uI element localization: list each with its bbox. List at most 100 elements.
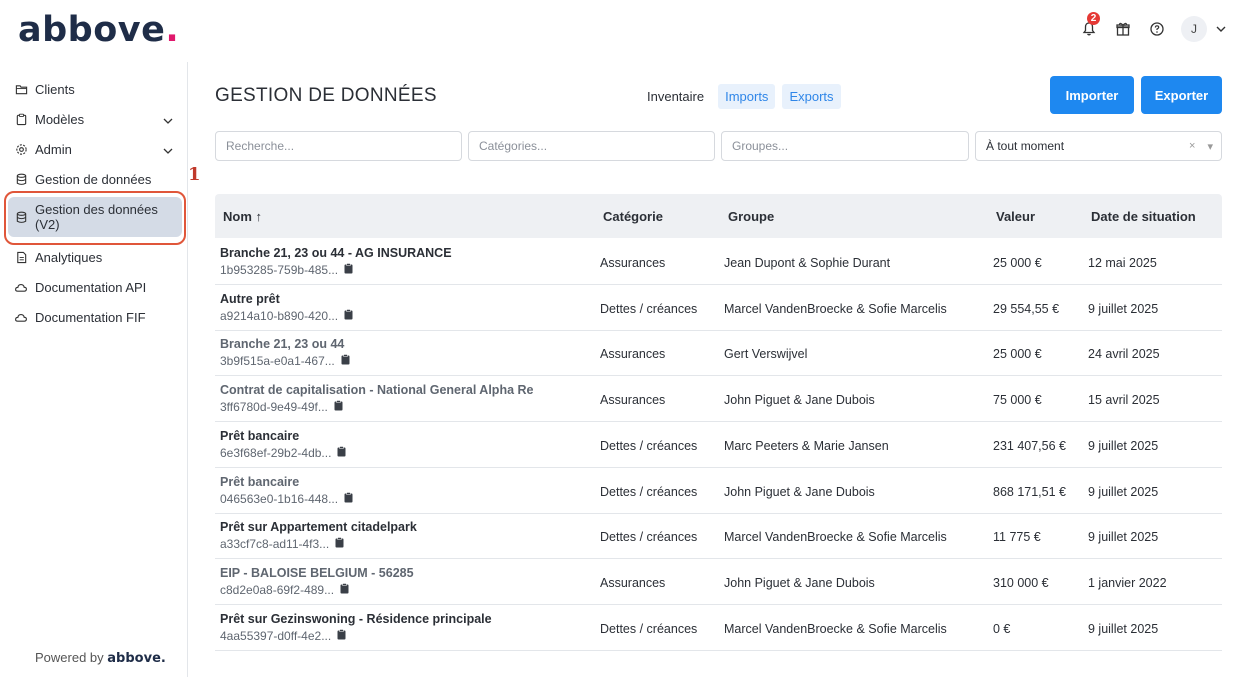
copy-icon[interactable] xyxy=(337,628,346,643)
sidebar-item-admin[interactable]: Admin xyxy=(14,142,180,157)
import-button[interactable]: Importer xyxy=(1050,76,1134,114)
row-date: 9 juillet 2025 xyxy=(1088,301,1159,316)
powered-by: Powered by abbove. xyxy=(35,650,166,666)
groups-filter[interactable]: Groupes... xyxy=(721,131,969,161)
user-menu[interactable]: J xyxy=(1181,16,1227,42)
help-icon[interactable] xyxy=(1147,19,1167,39)
search-input[interactable]: Recherche... xyxy=(215,131,462,161)
row-name[interactable]: Contrat de capitalisation - National Gen… xyxy=(220,383,533,397)
page-title: GESTION DE DONNÉES xyxy=(215,85,437,106)
sidebar-item-label: Documentation FIF xyxy=(35,310,146,325)
sidebar-item-documentation-fif[interactable]: Documentation FIF xyxy=(14,310,180,325)
row-value: 11 775 € xyxy=(993,530,1041,545)
table-row[interactable]: Prêt sur Appartement citadelpark a33cf7c8… xyxy=(215,513,1222,560)
caret-down-icon[interactable]: ▾ xyxy=(1207,140,1213,153)
table-row[interactable]: Prêt sur Gezinswoning - Résidence princi… xyxy=(215,605,1222,651)
row-name[interactable]: EIP - BALOISE BELGIUM - 56285 xyxy=(220,566,414,580)
row-name[interactable]: Prêt bancaire xyxy=(220,475,299,489)
table-row[interactable]: Autre prêt a9214a10-b890-420... Dettes / c… xyxy=(215,285,1222,331)
period-select[interactable]: À tout moment × ▾ xyxy=(975,131,1222,161)
column-header-categorie[interactable]: Catégorie xyxy=(603,209,663,224)
copy-icon[interactable] xyxy=(335,537,344,551)
row-value: 25 000 € xyxy=(993,347,1042,362)
row-date: 15 avril 2025 xyxy=(1088,393,1160,408)
row-date: 24 avril 2025 xyxy=(1088,347,1160,362)
row-id: 046563e0-1b16-448... xyxy=(220,492,353,506)
row-group: John Piguet & Jane Dubois xyxy=(724,484,875,499)
row-value: 75 000 € xyxy=(993,393,1042,408)
annotation-highlight xyxy=(4,191,186,245)
row-name[interactable]: Prêt bancaire xyxy=(220,429,299,443)
row-id: 4aa55397-d0ff-4e2... xyxy=(220,629,346,643)
clear-icon[interactable]: × xyxy=(1189,140,1195,153)
row-date: 9 juillet 2025 xyxy=(1088,438,1159,453)
copy-icon[interactable] xyxy=(344,308,353,323)
row-name[interactable]: Branche 21, 23 ou 44 - AG INSURANCE xyxy=(220,246,452,260)
row-category: Dettes / créances xyxy=(600,621,698,636)
sidebar-item-clients[interactable]: Clients xyxy=(14,82,180,97)
table-row[interactable]: Prêt bancaire 6e3f68ef-29b2-4db... Dettes … xyxy=(215,422,1222,468)
tab-exports[interactable]: Exports xyxy=(782,84,841,109)
row-group: John Piguet & Jane Dubois xyxy=(724,575,875,590)
row-value: 0 € xyxy=(993,621,1011,636)
sidebar-item-analytiques[interactable]: Analytiques xyxy=(14,250,180,265)
copy-icon[interactable] xyxy=(341,354,350,368)
clipboard-icon xyxy=(14,113,28,127)
row-date: 1 janvier 2022 xyxy=(1088,575,1167,590)
powered-brand[interactable]: abbove. xyxy=(107,651,166,666)
row-id: c8d2e0a8-69f2-489... xyxy=(220,583,349,597)
row-category: Assurances xyxy=(600,393,666,408)
row-date: 9 juillet 2025 xyxy=(1088,484,1159,499)
gift-icon[interactable] xyxy=(1113,19,1133,39)
sidebar-item-gestion-de-donnees[interactable]: Gestion de données xyxy=(14,172,180,187)
column-header-nom[interactable]: Nom ↑ xyxy=(223,209,262,224)
row-value: 868 171,51 € xyxy=(993,484,1066,499)
row-value: 29 554,55 € xyxy=(993,301,1060,316)
annotation-marker: 1 xyxy=(188,164,201,185)
copy-icon[interactable] xyxy=(344,491,353,506)
row-name[interactable]: Autre prêt xyxy=(220,292,280,306)
copy-icon[interactable] xyxy=(340,583,349,597)
sidebar-item-modeles[interactable]: Modèles xyxy=(14,112,180,127)
avatar[interactable]: J xyxy=(1181,16,1207,42)
sidebar-item-label: Admin xyxy=(35,142,72,157)
row-id: 1b953285-759b-485... xyxy=(220,263,353,277)
period-select-value: À tout moment xyxy=(986,139,1065,153)
chevron-down-icon[interactable] xyxy=(162,145,174,157)
sidebar-item-documentation-api[interactable]: Documentation API xyxy=(14,280,180,295)
row-id: a33cf7c8-ad11-4f3... xyxy=(220,537,344,551)
gear-icon xyxy=(14,143,28,157)
row-value: 25 000 € xyxy=(993,256,1042,270)
column-header-groupe[interactable]: Groupe xyxy=(728,209,774,224)
row-name[interactable]: Prêt sur Gezinswoning - Résidence princi… xyxy=(220,612,492,626)
table-header: Nom ↑ Catégorie Groupe Valeur Date de si… xyxy=(215,194,1222,238)
row-group: Marcel VandenBroecke & Sofie Marcelis xyxy=(724,530,947,545)
copy-icon[interactable] xyxy=(337,445,346,460)
row-name[interactable]: Prêt sur Appartement citadelpark xyxy=(220,520,417,534)
row-name[interactable]: Branche 21, 23 ou 44 xyxy=(220,337,344,351)
row-id: 6e3f68ef-29b2-4db... xyxy=(220,446,346,460)
export-button[interactable]: Exporter xyxy=(1141,76,1222,114)
column-header-date[interactable]: Date de situation xyxy=(1091,209,1196,224)
bell-icon[interactable]: 2 xyxy=(1079,12,1100,39)
abbove-logo[interactable]: abbove. xyxy=(18,10,179,50)
copy-icon[interactable] xyxy=(344,263,353,277)
categories-filter[interactable]: Catégories... xyxy=(468,131,715,161)
copy-icon[interactable] xyxy=(334,400,343,414)
row-date: 9 juillet 2025 xyxy=(1088,621,1159,636)
folder-icon xyxy=(14,83,28,97)
table-row[interactable]: Prêt bancaire 046563e0-1b16-448... Dettes … xyxy=(215,468,1222,514)
table-row[interactable]: Branche 21, 23 ou 44 3b9f515a-e0a1-467...… xyxy=(215,330,1222,377)
row-group: Marcel VandenBroecke & Sofie Marcelis xyxy=(724,301,947,316)
sidebar-item-label: Analytiques xyxy=(35,250,103,265)
row-id: 3b9f515a-e0a1-467... xyxy=(220,354,350,368)
table-row[interactable]: Contrat de capitalisation - National Gen… xyxy=(215,376,1222,423)
column-header-valeur[interactable]: Valeur xyxy=(996,209,1035,224)
chevron-down-icon[interactable] xyxy=(162,115,174,127)
tab-imports[interactable]: Imports xyxy=(718,84,776,109)
table-row[interactable]: Branche 21, 23 ou 44 - AG INSURANCE 1b953… xyxy=(215,239,1222,285)
tab-inventaire[interactable]: Inventaire xyxy=(640,84,711,109)
row-category: Assurances xyxy=(600,575,666,590)
cloud-icon xyxy=(14,311,28,325)
table-row[interactable]: EIP - BALOISE BELGIUM - 56285 c8d2e0a8-69… xyxy=(215,559,1222,605)
